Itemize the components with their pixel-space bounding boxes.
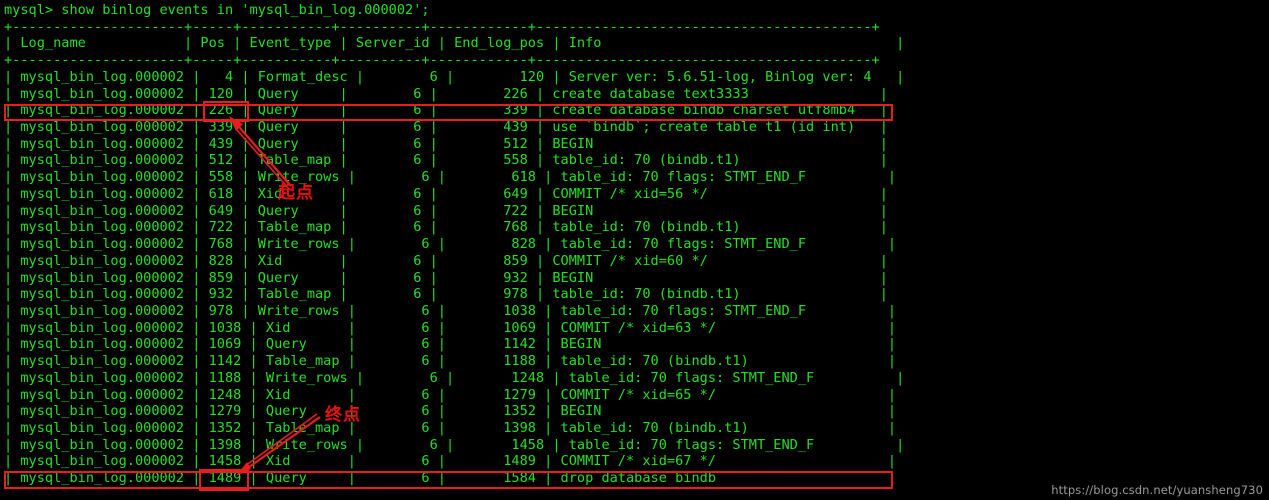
start-point-label: 起点 (278, 183, 314, 203)
table-row: | mysql_bin_log.000002 | 1352 | Table_ma… (4, 419, 897, 436)
table-separator: +---------------------+-----+-----------… (4, 52, 880, 69)
table-header-row: | Log_name | Pos | Event_type | Server_i… (4, 35, 905, 52)
table-row: | mysql_bin_log.000002 | 4 | Format_desc… (4, 68, 905, 85)
table-row: | mysql_bin_log.000002 | 439 | Query | 6… (4, 135, 888, 152)
table-row: | mysql_bin_log.000002 | 558 | Write_row… (4, 169, 897, 186)
highlight-row-end (4, 471, 893, 489)
table-row: | mysql_bin_log.000002 | 1142 | Table_ma… (4, 353, 897, 370)
highlight-pos-226 (203, 101, 249, 122)
table-row: | mysql_bin_log.000002 | 512 | Table_map… (4, 152, 888, 169)
highlight-row-start (4, 104, 893, 121)
table-row: | mysql_bin_log.000002 | 618 | Xid | 6 |… (4, 185, 888, 202)
table-row: | mysql_bin_log.000002 | 1188 | Write_ro… (4, 369, 905, 386)
terminal-output: mysql> show binlog events in 'mysql_bin_… (0, 0, 1269, 500)
prompt-line: mysql> show binlog events in 'mysql_bin_… (4, 2, 430, 18)
table-separator: +---------------------+-----+-----------… (4, 18, 880, 35)
table-row: | mysql_bin_log.000002 | 339 | Query | 6… (4, 119, 888, 136)
table-row: | mysql_bin_log.000002 | 932 | Table_map… (4, 286, 888, 303)
watermark: https://blog.csdn.net/yuansheng730 (1051, 483, 1263, 497)
table-row: | mysql_bin_log.000002 | 1458 | Xid | 6 … (4, 453, 897, 470)
table-row: | mysql_bin_log.000002 | 649 | Query | 6… (4, 202, 888, 219)
table-row: | mysql_bin_log.000002 | 859 | Query | 6… (4, 269, 888, 286)
table-row: | mysql_bin_log.000002 | 120 | Query | 6… (4, 85, 888, 102)
table-row: | mysql_bin_log.000002 | 722 | Table_map… (4, 219, 888, 236)
table-row: | mysql_bin_log.000002 | 1069 | Query | … (4, 336, 897, 353)
table-row: | mysql_bin_log.000002 | 1279 | Query | … (4, 403, 897, 420)
table-row: | mysql_bin_log.000002 | 1398 | Write_ro… (4, 436, 905, 453)
table-row: | mysql_bin_log.000002 | 768 | Write_row… (4, 236, 897, 253)
table-row: | mysql_bin_log.000002 | 1038 | Xid | 6 … (4, 319, 897, 336)
table-row: | mysql_bin_log.000002 | 1248 | Xid | 6 … (4, 386, 897, 403)
table-row: | mysql_bin_log.000002 | 978 | Write_row… (4, 302, 897, 319)
end-point-label: 终点 (325, 405, 361, 425)
table-row: | mysql_bin_log.000002 | 828 | Xid | 6 |… (4, 252, 888, 269)
highlight-pos-1489 (199, 469, 249, 491)
